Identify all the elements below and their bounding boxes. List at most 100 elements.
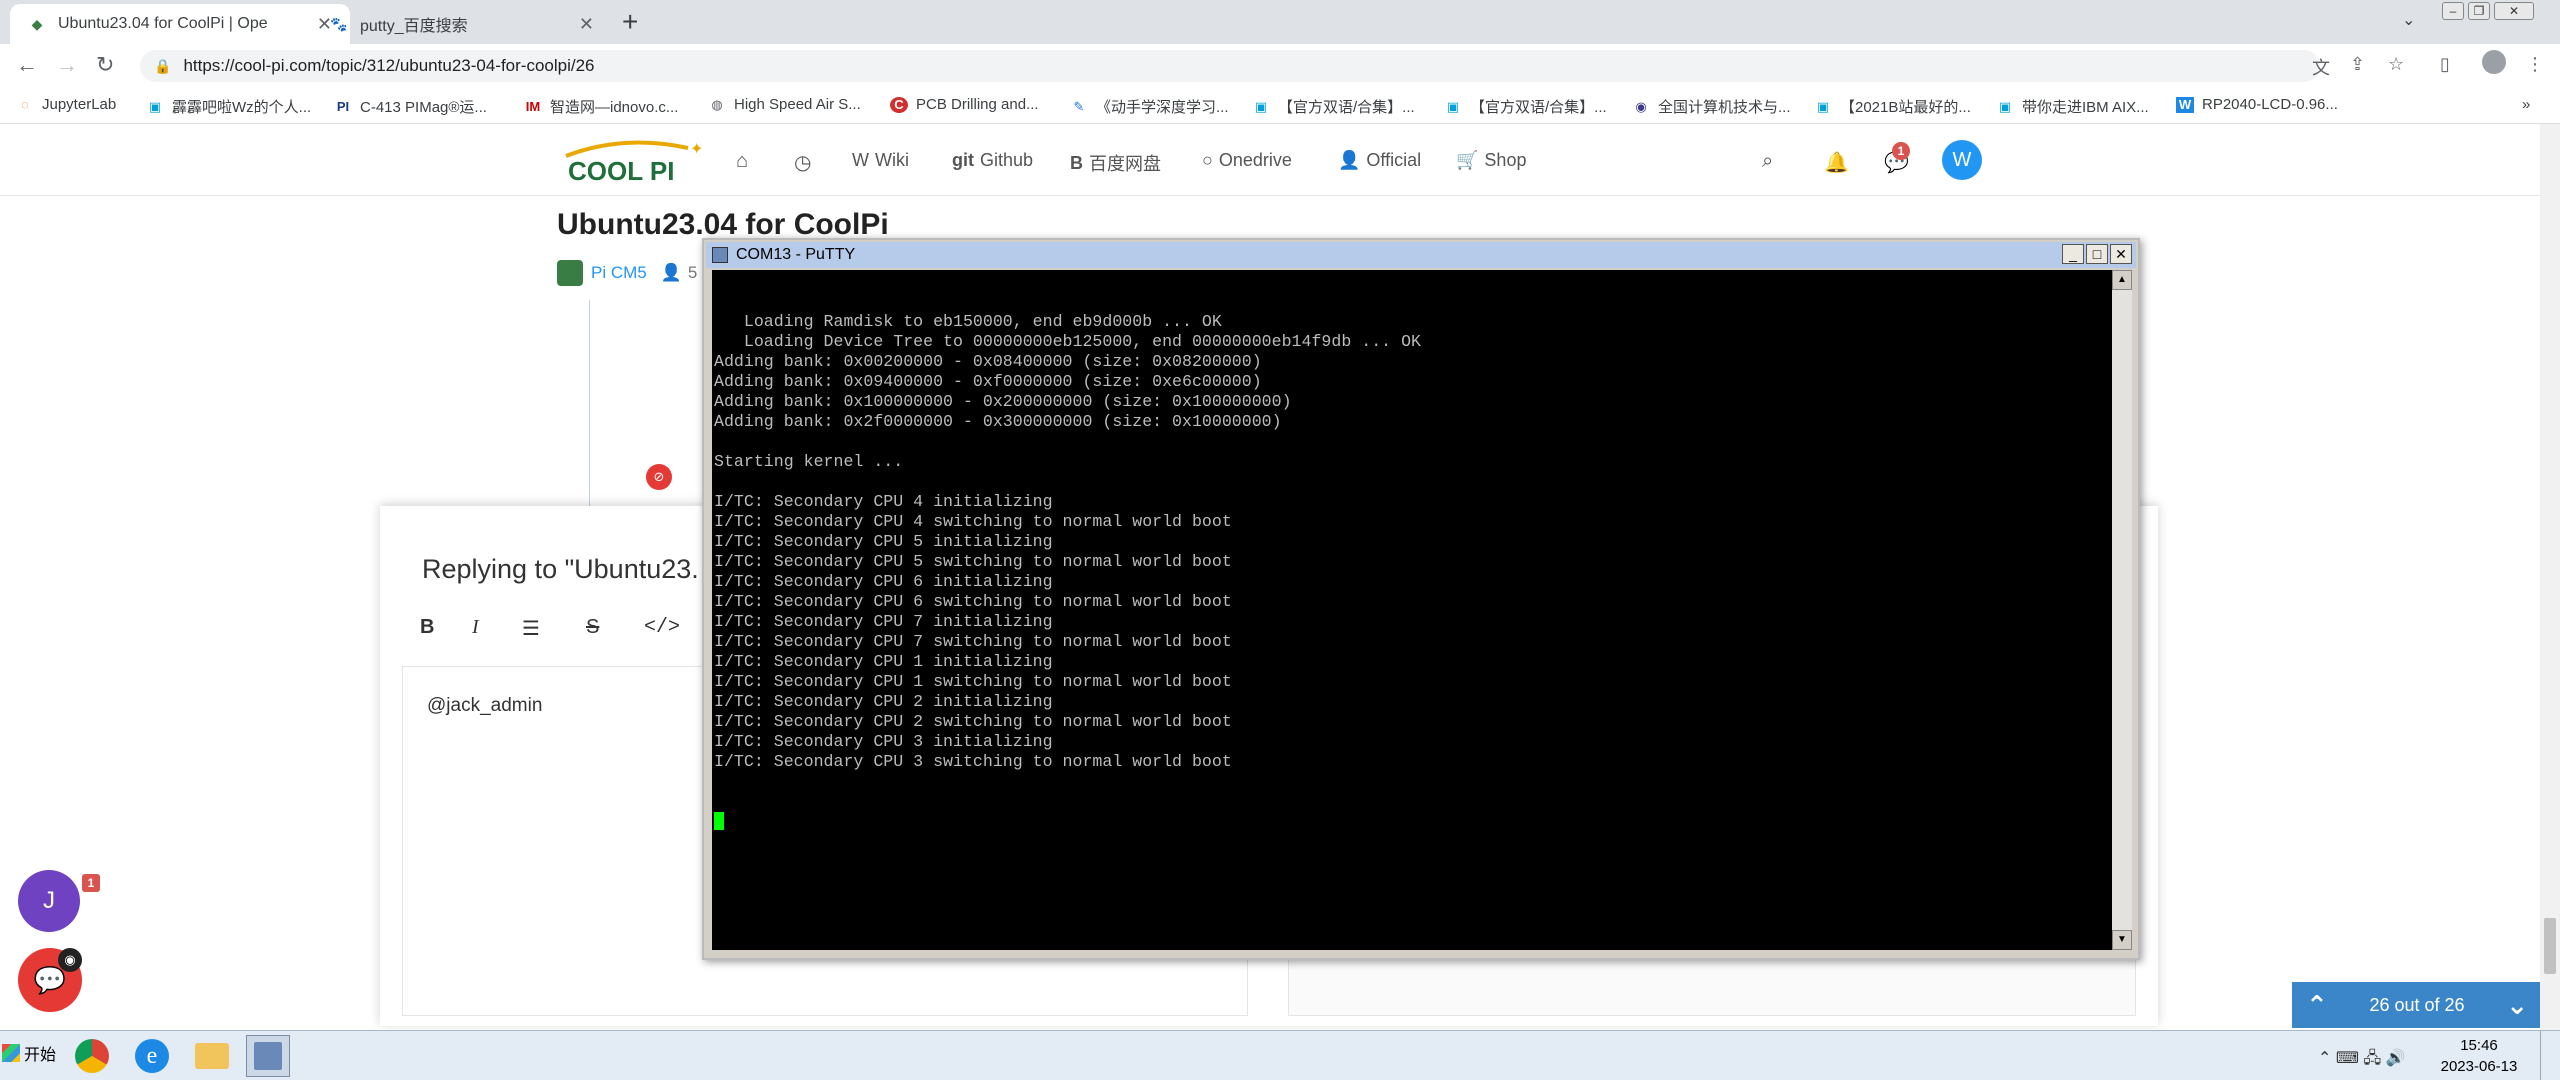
- terminal-line: I/TC: Secondary CPU 3 initializing: [714, 732, 1053, 751]
- side-panel-icon[interactable]: ▯: [2440, 54, 2450, 75]
- bookmark-star-icon[interactable]: ☆: [2388, 54, 2404, 75]
- nav-github[interactable]: git Github: [952, 150, 1033, 171]
- jump-top-icon[interactable]: ⌃: [2306, 990, 2328, 1021]
- recent-clock-icon[interactable]: ◷: [794, 150, 811, 175]
- nav-baidu-pan[interactable]: B 百度网盘: [1070, 150, 1161, 176]
- bookmark-item[interactable]: ◍ High Speed Air S...: [708, 96, 860, 113]
- scroll-up-icon[interactable]: ▲: [2112, 270, 2132, 290]
- bookmarks-overflow-button[interactable]: »: [2522, 96, 2530, 113]
- bookmark-item[interactable]: ✎ 《动手学深度学习...: [1070, 96, 1229, 117]
- nav-onedrive[interactable]: ○ Onedrive: [1202, 150, 1292, 171]
- terminal-output[interactable]: Loading Ramdisk to eb150000, end eb9d000…: [712, 270, 2112, 950]
- terminal-line: I/TC: Secondary CPU 5 initializing: [714, 532, 1053, 551]
- terminal-line: I/TC: Secondary CPU 3 switching to norma…: [714, 752, 1232, 771]
- chat-count-badge: 1: [1892, 142, 1910, 160]
- tab-close-icon[interactable]: ✕: [579, 14, 594, 35]
- reply-indicator-icon[interactable]: ⊘: [646, 464, 672, 490]
- waveshare-icon: W: [2176, 96, 2194, 113]
- bookmark-item[interactable]: IM 智造网—idnovo.c...: [524, 96, 679, 117]
- terminal-line: Adding bank: 0x100000000 - 0x200000000 (…: [714, 392, 1292, 411]
- chat-unread-badge: 1: [82, 874, 100, 892]
- pagination-text[interactable]: 26 out of 26: [2369, 995, 2464, 1016]
- composer-title: Replying to "Ubuntu23.: [422, 554, 699, 584]
- share-icon[interactable]: ⇪: [2350, 54, 2365, 75]
- topic-title: Ubuntu23.04 for CoolPi: [557, 208, 889, 241]
- notifications-bell-icon[interactable]: 🔔: [1824, 150, 1849, 175]
- taskbar-explorer[interactable]: [190, 1035, 234, 1077]
- terminal-lines: Loading Ramdisk to eb150000, end eb9d000…: [714, 312, 2110, 772]
- terminal-line: I/TC: Secondary CPU 2 initializing: [714, 692, 1053, 711]
- tab-putty-search[interactable]: 🐾 putty_百度搜索 ✕: [312, 4, 612, 44]
- reload-icon[interactable]: ↻: [96, 52, 114, 78]
- putty-maximize-button[interactable]: □: [2086, 244, 2108, 264]
- nav-shop[interactable]: 🛒 Shop: [1456, 150, 1526, 171]
- jupyter-icon: ◌: [21, 96, 29, 112]
- jump-bottom-icon[interactable]: ⌄: [2506, 990, 2528, 1021]
- taskbar-putty[interactable]: [246, 1035, 290, 1077]
- back-arrow-icon[interactable]: ←: [16, 52, 38, 78]
- system-tray-icons[interactable]: ⌃ ⌨ 🖧 🔊: [2318, 1047, 2406, 1074]
- bookmark-item[interactable]: ▣ 【官方双语/合集】...: [1444, 96, 1607, 117]
- taskbar-chrome[interactable]: [70, 1035, 114, 1077]
- putty-scrollbar[interactable]: ▲ ▼: [2112, 270, 2132, 950]
- bookmark-item[interactable]: ▣ 【2021B站最好的...: [1814, 96, 1971, 117]
- bookmark-item[interactable]: W RP2040-LCD-0.96...: [2176, 96, 2338, 113]
- start-button[interactable]: 开始: [2, 1041, 56, 1065]
- scroll-down-icon[interactable]: ▼: [2112, 930, 2132, 950]
- windows-taskbar: 开始 e ⌃ ⌨ 🖧 🔊 15:46 2023-06-13: [0, 1030, 2560, 1080]
- list-icon[interactable]: ☰: [522, 616, 540, 641]
- terminal-cursor: [714, 812, 724, 830]
- minimize-window-button[interactable]: –: [2442, 2, 2464, 20]
- github-icon: git: [952, 150, 974, 170]
- url-input[interactable]: 🔒 https://cool-pi.com/topic/312/ubuntu23…: [140, 50, 2320, 82]
- bookmark-item[interactable]: ▣ 带你走进IBM AIX...: [1996, 96, 2149, 117]
- nav-wiki[interactable]: W Wiki: [852, 150, 909, 171]
- tab-ubuntu-coolpi[interactable]: ◆ Ubuntu23.04 for CoolPi | Ope ✕: [10, 4, 350, 44]
- bookmark-item[interactable]: C PCB Drilling and...: [890, 96, 1039, 113]
- category-link[interactable]: Pi CM5: [591, 263, 647, 283]
- category-board-icon: [557, 260, 583, 286]
- putty-title: COM13 - PuTTY: [736, 246, 856, 263]
- bilibili-icon: ▣: [1254, 98, 1268, 114]
- forward-arrow-icon[interactable]: →: [56, 52, 78, 78]
- bookmark-item[interactable]: PI C-413 PIMag®运...: [334, 96, 487, 117]
- eye-icon[interactable]: ◉: [58, 948, 82, 972]
- tab-title: Ubuntu23.04 for CoolPi | Ope: [58, 15, 268, 32]
- page-scrollbar[interactable]: [2540, 124, 2560, 1030]
- site-header: COOL PI ✦ ⌂ ◷ W Wiki git Github B 百度网盘 ○ One…: [0, 124, 2560, 196]
- page-scrollbar-thumb[interactable]: [2544, 918, 2556, 974]
- taskbar-ie[interactable]: e: [130, 1035, 174, 1077]
- putty-taskbar-icon: [254, 1042, 282, 1070]
- profile-avatar-icon[interactable]: [2482, 50, 2506, 74]
- baidu-icon: B: [1070, 152, 1083, 173]
- user-avatar[interactable]: W: [1942, 140, 1982, 180]
- menu-kebab-icon[interactable]: ⋮: [2526, 54, 2544, 75]
- bookmark-item[interactable]: ▣ 【官方双语/合集】...: [1252, 96, 1415, 117]
- nav-official[interactable]: 👤 Official: [1338, 150, 1421, 171]
- inbox-icon[interactable]: ⌂: [736, 150, 748, 173]
- bookmark-item[interactable]: ▣ 霹霹吧啦Wz的个人...: [146, 96, 311, 117]
- bookmark-item[interactable]: ◉ 全国计算机技术与...: [1632, 96, 1790, 117]
- tab-search-chevron-icon[interactable]: ⌄: [2402, 10, 2415, 30]
- strikethrough-icon[interactable]: S: [586, 616, 599, 639]
- pen-icon: ✎: [1073, 98, 1085, 114]
- coolpi-logo[interactable]: COOL PI ✦: [562, 138, 712, 186]
- show-desktop-button[interactable]: [2540, 1031, 2560, 1080]
- terminal-line: I/TC: Secondary CPU 7 initializing: [714, 612, 1053, 631]
- taskbar-clock[interactable]: 15:46 2023-06-13: [2436, 1035, 2522, 1077]
- putty-minimize-button[interactable]: _: [2062, 244, 2084, 264]
- putty-close-button[interactable]: ✕: [2110, 244, 2132, 264]
- new-tab-button[interactable]: +: [622, 6, 638, 38]
- putty-titlebar[interactable]: COM13 - PuTTY _ □ ✕: [706, 242, 2136, 268]
- translate-icon[interactable]: 文: [2312, 54, 2330, 80]
- putty-app-icon[interactable]: [712, 247, 728, 263]
- code-icon[interactable]: </>: [644, 616, 680, 639]
- italic-icon[interactable]: I: [472, 616, 479, 639]
- restore-window-button[interactable]: ❐: [2468, 2, 2490, 20]
- cm-icon: C: [890, 96, 908, 113]
- bold-icon[interactable]: B: [420, 616, 434, 639]
- search-icon[interactable]: ⌕: [1762, 150, 1773, 173]
- bookmark-item[interactable]: ◌ JupyterLab: [16, 96, 116, 113]
- chat-avatar-j[interactable]: J: [18, 870, 80, 932]
- close-window-button[interactable]: ✕: [2494, 2, 2534, 20]
